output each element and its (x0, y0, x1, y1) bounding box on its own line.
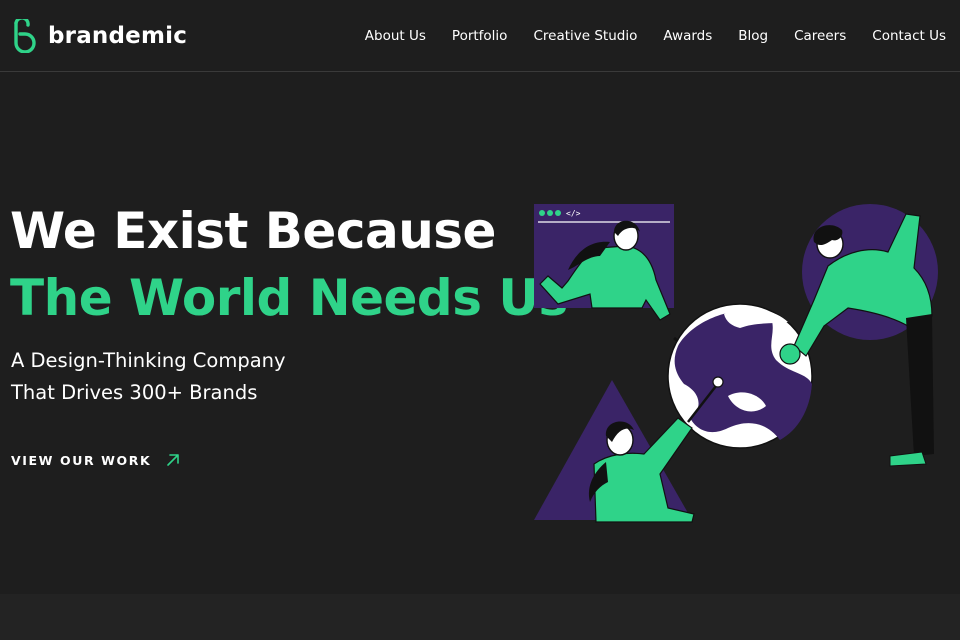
site-header: brandemic About Us Portfolio Creative St… (0, 0, 960, 72)
hero-title-line-1: We Exist Because (10, 202, 496, 260)
nav-item-about-us[interactable]: About Us (365, 28, 426, 44)
nav-item-contact-us[interactable]: Contact Us (872, 28, 946, 44)
nav-item-careers[interactable]: Careers (794, 28, 846, 44)
nav-item-creative-studio[interactable]: Creative Studio (533, 28, 637, 44)
code-tag-text: </> (566, 209, 581, 218)
nav-item-portfolio[interactable]: Portfolio (452, 28, 508, 44)
person-right-graphic (779, 204, 938, 467)
next-section-band (0, 594, 960, 640)
brand-name: brandemic (48, 22, 188, 49)
hero-title-line-2: The World Needs Us (10, 269, 568, 327)
view-our-work-link[interactable]: VIEW OUR WORK (11, 452, 181, 468)
brand-logo[interactable]: brandemic (10, 18, 188, 53)
hero-subtitle-line-1: A Design-Thinking Company (11, 349, 286, 372)
hero-subtitle-line-2: That Drives 300+ Brands (11, 381, 258, 404)
main-nav: About Us Portfolio Creative Studio Award… (365, 28, 946, 44)
hero-illustration: </> (534, 204, 938, 523)
arrow-up-right-icon (167, 454, 180, 466)
nav-item-awards[interactable]: Awards (663, 28, 712, 44)
hero-subtitle: A Design-Thinking Company That Drives 30… (11, 345, 286, 409)
nav-item-blog[interactable]: Blog (738, 28, 768, 44)
cta-label: VIEW OUR WORK (11, 452, 152, 468)
brandemic-logo-icon (14, 18, 36, 53)
